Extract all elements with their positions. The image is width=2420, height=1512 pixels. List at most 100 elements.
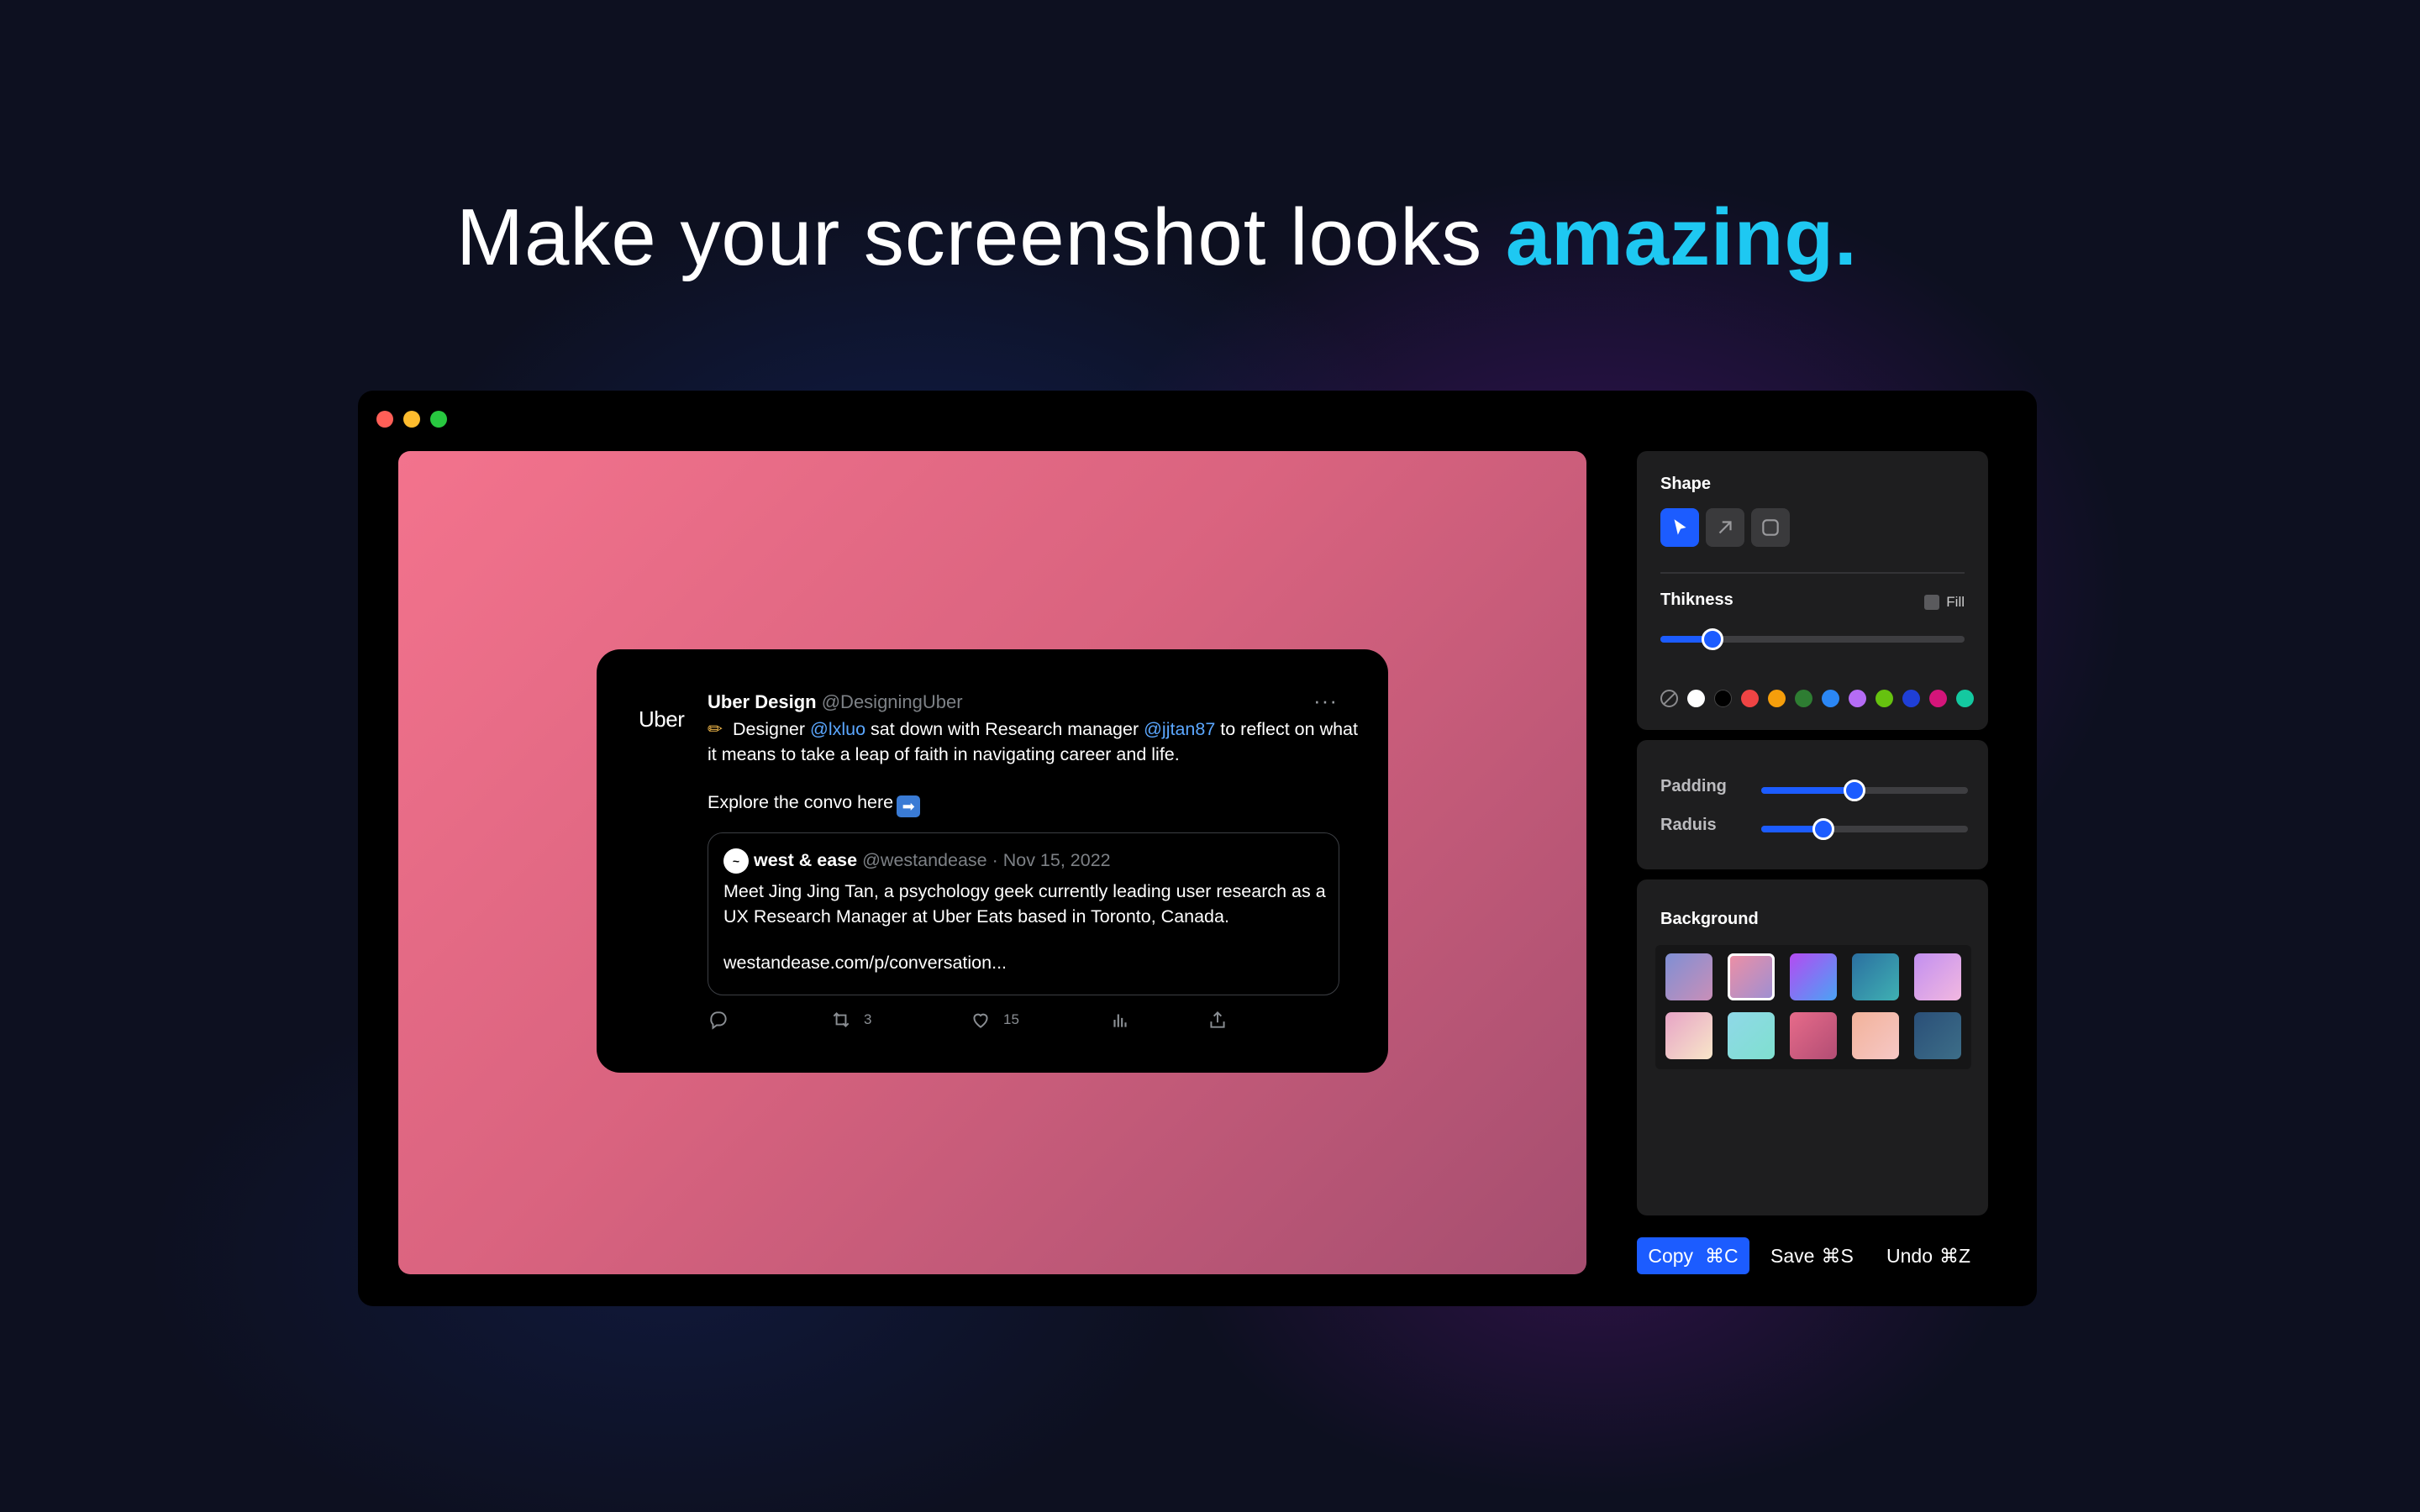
radius-slider[interactable] — [1761, 818, 1968, 840]
mention-link[interactable]: @jjtan87 — [1144, 719, 1215, 739]
select-tool-button[interactable] — [1660, 508, 1699, 547]
color-swatch[interactable] — [1822, 690, 1839, 707]
save-shortcut: ⌘S — [1821, 1244, 1854, 1267]
color-swatch[interactable] — [1714, 690, 1732, 707]
divider — [1660, 572, 1965, 574]
maximize-window-button[interactable] — [430, 411, 447, 428]
screenshot-canvas[interactable]: Uber Uber Design @DesigningUber ··· ✏ De… — [398, 451, 1586, 1274]
background-preset[interactable] — [1790, 953, 1837, 1000]
shape-tools — [1660, 508, 1790, 547]
retweet-button[interactable]: 3 — [830, 1009, 871, 1031]
more-icon[interactable]: ··· — [1313, 688, 1338, 714]
layout-panel: Padding Raduis — [1637, 740, 1988, 869]
like-button[interactable]: 15 — [970, 1009, 1019, 1031]
tweet-text: ✏ Designer @lxluo sat down with Research… — [708, 717, 1363, 767]
background-preset[interactable] — [1914, 1012, 1961, 1059]
slider-fill — [1761, 787, 1854, 794]
analytics-button[interactable] — [1109, 1009, 1131, 1031]
quoted-author-name: west & ease — [754, 850, 858, 870]
rectangle-tool-button[interactable] — [1751, 508, 1790, 547]
background-preset[interactable] — [1728, 953, 1775, 1000]
color-swatch[interactable] — [1902, 690, 1920, 707]
heart-icon — [973, 1013, 988, 1028]
background-panel: Background — [1637, 879, 1988, 1215]
quoted-tweet[interactable]: ~ west & ease @westandease · Nov 15, 202… — [708, 832, 1339, 995]
color-swatch[interactable] — [1929, 690, 1947, 707]
arrow-icon — [1718, 521, 1732, 534]
background-preset[interactable] — [1665, 953, 1712, 1000]
cursor-icon — [1674, 519, 1686, 535]
mention-link[interactable]: @lxluo — [810, 719, 865, 739]
tweet-actions: 3 15 — [708, 1009, 1245, 1034]
tweet-author-name: Uber Design — [708, 691, 817, 712]
color-swatch[interactable] — [1795, 690, 1812, 707]
radius-label: Raduis — [1660, 816, 1717, 834]
uber-logo: Uber — [639, 706, 685, 732]
no-color-swatch[interactable] — [1660, 690, 1678, 707]
copy-button[interactable]: Copy ⌘C — [1637, 1237, 1749, 1274]
background-preset[interactable] — [1852, 953, 1899, 1000]
color-swatch[interactable] — [1687, 690, 1705, 707]
minimize-window-button[interactable] — [403, 411, 420, 428]
fill-label: Fill — [1946, 594, 1965, 610]
padding-slider[interactable] — [1761, 780, 1968, 801]
undo-button[interactable]: Undo ⌘Z — [1886, 1237, 1970, 1274]
background-preset[interactable] — [1728, 1012, 1775, 1059]
tweet-header: Uber Design @DesigningUber — [708, 691, 963, 713]
color-swatch[interactable] — [1741, 690, 1759, 707]
color-swatches — [1660, 690, 1974, 707]
like-count: 15 — [1003, 1011, 1019, 1027]
hero-title-accent: amazing. — [1505, 192, 1858, 282]
app-window: Uber Uber Design @DesigningUber ··· ✏ De… — [358, 391, 2037, 1306]
color-swatch[interactable] — [1768, 690, 1786, 707]
share-icon — [1210, 1011, 1225, 1028]
analytics-icon — [1113, 1014, 1127, 1027]
close-window-button[interactable] — [376, 411, 393, 428]
color-swatch[interactable] — [1849, 690, 1866, 707]
thickness-slider[interactable] — [1660, 628, 1965, 650]
tweet-explore-line: Explore the convo here ➡ — [708, 792, 921, 817]
background-preset[interactable] — [1665, 1012, 1712, 1059]
reply-icon — [710, 1011, 727, 1030]
background-preset[interactable] — [1790, 1012, 1837, 1059]
reply-button[interactable] — [708, 1009, 729, 1031]
quoted-tweet-text: Meet Jing Jing Tan, a psychology geek cu… — [723, 881, 1326, 927]
retweet-count: 3 — [864, 1011, 872, 1027]
tweet-text-part: sat down with Research manager — [865, 719, 1144, 739]
pencil-icon: ✏ — [708, 719, 723, 739]
checkbox-icon — [1924, 595, 1940, 610]
padding-label: Padding — [1660, 777, 1727, 795]
share-button[interactable] — [1207, 1009, 1228, 1031]
avatar: ~ — [723, 848, 749, 874]
slider-thumb[interactable] — [1843, 780, 1865, 801]
color-swatch[interactable] — [1956, 690, 1974, 707]
rectangle-icon — [1762, 519, 1779, 536]
copy-label: Copy — [1648, 1244, 1694, 1267]
tweet-card: Uber Uber Design @DesigningUber ··· ✏ De… — [597, 649, 1388, 1073]
background-presets — [1655, 945, 1971, 1069]
hero-title-main: Make your screenshot looks — [456, 192, 1506, 282]
background-preset[interactable] — [1914, 953, 1961, 1000]
background-preset[interactable] — [1852, 1012, 1899, 1059]
shape-panel: Shape Thikness Fill — [1637, 451, 1988, 730]
slider-thumb[interactable] — [1812, 818, 1834, 840]
retweet-icon — [833, 1012, 850, 1027]
slider-thumb[interactable] — [1701, 628, 1723, 650]
fill-checkbox[interactable]: Fill — [1924, 594, 1965, 611]
shape-label: Shape — [1660, 475, 1712, 493]
background-label: Background — [1660, 910, 1759, 928]
quoted-tweet-header: west & ease @westandease · Nov 15, 2022 — [754, 850, 1111, 871]
thickness-label: Thikness — [1660, 591, 1733, 609]
arrow-tool-button[interactable] — [1706, 508, 1744, 547]
quoted-tweet-link[interactable]: westandease.com/p/conversation... — [723, 953, 1007, 974]
tweet-text-part: Designer — [728, 719, 811, 739]
undo-label: Undo — [1886, 1244, 1933, 1267]
quoted-author-meta: @westandease · Nov 15, 2022 — [862, 850, 1111, 870]
window-controls — [376, 411, 447, 428]
hero-title: Make your screenshot looks amazing. — [456, 192, 1858, 284]
undo-shortcut: ⌘Z — [1939, 1244, 1971, 1267]
tweet-author-handle: @DesigningUber — [821, 691, 963, 712]
save-button[interactable]: Save ⌘S — [1770, 1237, 1854, 1274]
color-swatch[interactable] — [1876, 690, 1893, 707]
save-label: Save — [1770, 1244, 1815, 1267]
